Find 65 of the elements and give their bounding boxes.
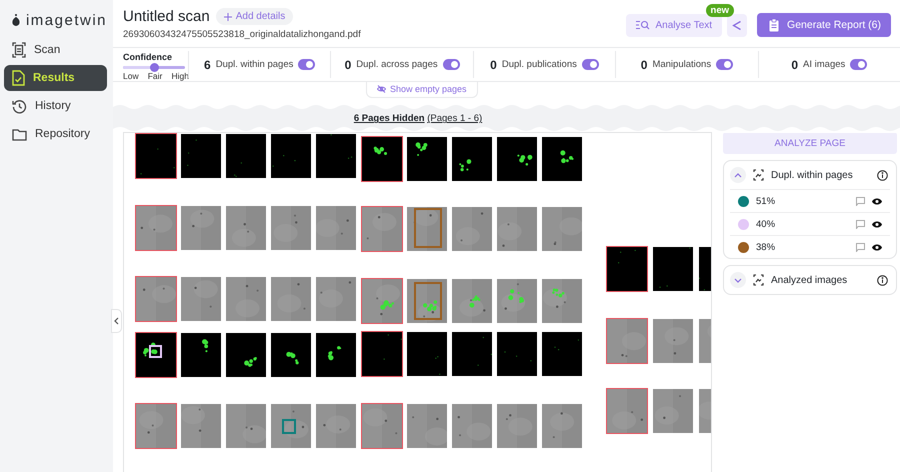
chevron-up-icon — [734, 172, 742, 178]
match-percent: 38% — [756, 242, 776, 252]
panel-title: Analyzed images — [771, 274, 848, 286]
folder-icon — [12, 128, 27, 140]
filter-count: 0 — [344, 58, 352, 72]
logo-icon — [12, 12, 20, 28]
filter-count: 0 — [640, 58, 648, 72]
filter-count: 0 — [490, 58, 497, 72]
toggle-switch[interactable] — [298, 59, 316, 70]
new-badge: new — [706, 4, 734, 16]
confidence-slider[interactable] — [123, 66, 185, 70]
toggle-switch[interactable] — [850, 59, 868, 70]
plus-icon — [224, 12, 232, 20]
logo-text: imagetwin — [26, 12, 107, 28]
confidence-label: Confidence — [123, 52, 174, 62]
generate-report-button[interactable]: Generate Report (6) — [757, 13, 891, 37]
eye-icon[interactable] — [872, 220, 882, 228]
scan-title: Untitled scan — [123, 8, 210, 25]
history-icon — [12, 98, 27, 114]
confidence-option: High — [172, 71, 189, 82]
filter-label: Dupl. within pages — [216, 59, 294, 70]
filter-count: 6 — [204, 58, 211, 72]
filter-label: Dupl. across pages — [356, 59, 438, 70]
filter-count: 0 — [791, 58, 798, 72]
filter-label: AI images — [803, 59, 846, 70]
file-name: 26930603432475505523818_originaldatalizhongand.pdf — [123, 29, 361, 40]
expand-button[interactable] — [730, 272, 746, 288]
text-search-icon — [636, 20, 650, 30]
collapse-button[interactable] — [730, 167, 746, 183]
chevron-down-icon — [734, 276, 742, 284]
nav-item[interactable]: Repository — [4, 121, 107, 147]
chevron-left-icon — [114, 317, 119, 325]
nav-item[interactable]: Results — [4, 65, 107, 91]
image-frame-icon — [753, 274, 764, 286]
nav-item[interactable]: History — [4, 93, 107, 119]
panel-title: Dupl. within pages — [771, 170, 854, 180]
info-icon[interactable] — [877, 170, 888, 180]
confidence-option: Fair — [148, 71, 162, 82]
confidence-option: Low — [123, 71, 139, 82]
match-percent: 40% — [756, 218, 776, 230]
clipboard-icon — [769, 18, 780, 32]
page-range-link[interactable]: (Pages 1 - 6) — [427, 113, 482, 124]
toggle-switch[interactable] — [442, 59, 460, 70]
nav-item[interactable]: Scan — [4, 37, 107, 63]
toggle-switch[interactable] — [716, 59, 734, 70]
eye-slash-icon — [377, 85, 386, 94]
image-frame-icon — [753, 169, 764, 181]
share-button[interactable] — [727, 14, 748, 36]
show-empty-pages-link[interactable]: Show empty pages — [366, 82, 478, 98]
comment-icon[interactable] — [856, 242, 865, 252]
comment-icon[interactable] — [856, 196, 865, 206]
collapse-handle[interactable] — [111, 309, 122, 333]
document-check-icon — [12, 70, 25, 86]
slider-thumb[interactable] — [150, 63, 158, 72]
match-percent: 51% — [756, 196, 776, 206]
comment-icon[interactable] — [856, 220, 865, 228]
scan-icon — [12, 42, 26, 58]
filter-label: Dupl. publications — [502, 59, 577, 70]
eye-icon[interactable] — [872, 198, 882, 204]
info-icon[interactable] — [877, 274, 888, 286]
toggle-switch[interactable] — [582, 59, 599, 70]
filter-label: Manipulations — [652, 59, 712, 70]
share-icon — [732, 20, 742, 30]
hidden-pages-link[interactable]: 6 Pages Hidden — [354, 113, 425, 124]
eye-icon[interactable] — [872, 244, 882, 250]
